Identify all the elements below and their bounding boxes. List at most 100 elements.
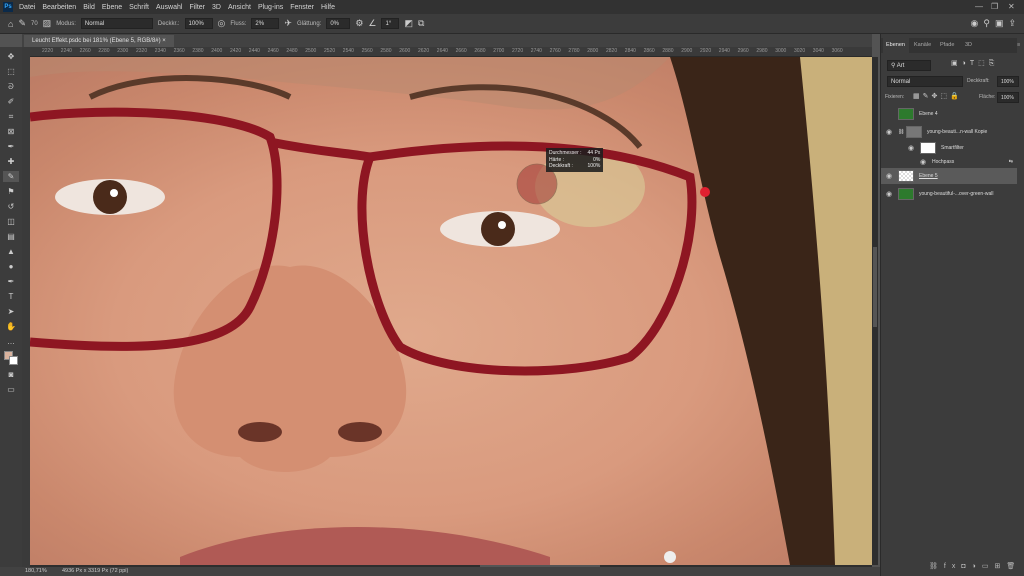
fill-input[interactable]: 100% bbox=[997, 92, 1019, 103]
brush-tool-icon[interactable]: ✎ bbox=[3, 171, 19, 182]
adjustment-icon[interactable]: ◑ bbox=[972, 563, 982, 570]
document-tab[interactable]: Leucht Effekt.psdc bei 181% (Ebene 5, RG… bbox=[24, 35, 174, 47]
blend-mode-select[interactable]: Normal bbox=[887, 76, 963, 87]
color-swatches[interactable] bbox=[4, 351, 18, 365]
modus-select[interactable]: Normal bbox=[80, 18, 153, 29]
eraser-icon[interactable]: ◫ bbox=[7, 216, 15, 227]
search-icon[interactable]: ⚲ bbox=[983, 18, 990, 29]
menu-hilfe[interactable]: Hilfe bbox=[321, 4, 335, 11]
deckkraft-input[interactable]: 100% bbox=[184, 18, 213, 29]
menu-bearbeiten[interactable]: Bearbeiten bbox=[42, 4, 76, 11]
learn-icon[interactable]: ◉ bbox=[970, 18, 978, 29]
more-tools-icon[interactable]: … bbox=[7, 336, 15, 347]
history-brush-icon[interactable]: ↺ bbox=[8, 201, 15, 212]
menu-schrift[interactable]: Schrift bbox=[129, 4, 149, 11]
pressure-opacity-icon[interactable]: ◎ bbox=[218, 18, 226, 29]
ruler-tick: 2980 bbox=[756, 48, 768, 54]
symmetry-icon[interactable]: ⧉ bbox=[418, 18, 424, 29]
glaettung-input[interactable]: 0% bbox=[326, 18, 351, 29]
gear-icon[interactable]: ⚙ bbox=[355, 18, 363, 29]
move-tool-icon[interactable]: ✥ bbox=[8, 51, 15, 62]
fx-icon[interactable]: fx bbox=[944, 563, 961, 570]
layer-row-selected[interactable]: ◉ Ebene 5 bbox=[881, 168, 1017, 184]
brush-size[interactable]: 70 bbox=[31, 21, 38, 27]
lock-label: Fixieren: bbox=[885, 94, 905, 100]
menu-ebene[interactable]: Ebene bbox=[102, 4, 122, 11]
modus-label: Modus: bbox=[56, 20, 76, 27]
marquee-tool-icon[interactable]: ⬚ bbox=[7, 66, 15, 77]
eye-icon[interactable]: ◉ bbox=[884, 128, 894, 136]
menu-bild[interactable]: Bild bbox=[83, 4, 95, 11]
ruler-tick: 2320 bbox=[136, 48, 148, 54]
tab-ebenen[interactable]: Ebenen bbox=[886, 42, 905, 48]
menu-filter[interactable]: Filter bbox=[189, 4, 205, 11]
stamp-tool-icon[interactable]: ⚑ bbox=[7, 186, 14, 197]
new-layer-icon[interactable]: ⊞ bbox=[994, 563, 1006, 570]
pressure-size-icon[interactable]: ◩ bbox=[404, 18, 413, 29]
share-icon[interactable]: ⇪ bbox=[1008, 18, 1016, 29]
angle-input[interactable]: 1° bbox=[381, 18, 400, 29]
fluss-input[interactable]: 2% bbox=[251, 18, 280, 29]
quick-mask-icon[interactable]: ◙ bbox=[9, 369, 14, 380]
eye-icon[interactable]: ◉ bbox=[918, 158, 928, 166]
quick-select-icon[interactable]: ✐ bbox=[8, 96, 15, 107]
tab-kanaele[interactable]: Kanäle bbox=[914, 42, 931, 48]
lock-icons[interactable]: ▦✎✥⬚🔒 bbox=[913, 92, 962, 100]
layer-row[interactable]: ◉ ⛓ young-beauti...n-wall Kopie bbox=[881, 124, 1017, 140]
eye-icon[interactable]: ◉ bbox=[884, 190, 894, 198]
ruler-tick: 2640 bbox=[436, 48, 448, 54]
restore-icon[interactable]: ❐ bbox=[991, 2, 998, 11]
menu-auswahl[interactable]: Auswahl bbox=[156, 4, 182, 11]
dodge-icon[interactable]: ● bbox=[9, 261, 14, 272]
home-icon[interactable]: ⌂ bbox=[8, 19, 13, 29]
glaettung-label: Glättung: bbox=[296, 20, 322, 27]
close-icon[interactable]: ✕ bbox=[1008, 2, 1015, 11]
frame-tool-icon[interactable]: ⊠ bbox=[8, 126, 15, 137]
filter-icons[interactable]: ▣◑T⬚⎘ bbox=[951, 59, 998, 68]
path-select-icon[interactable]: ➤ bbox=[8, 306, 15, 317]
brush-tool-icon[interactable]: ✎ bbox=[18, 18, 26, 29]
menu-3d[interactable]: 3D bbox=[212, 4, 221, 11]
eyedropper-icon[interactable]: ✒ bbox=[8, 141, 15, 152]
workspace-icon[interactable]: ▣ bbox=[995, 18, 1004, 29]
tab-pfade[interactable]: Pfade bbox=[940, 42, 954, 48]
blur-icon[interactable]: ▲ bbox=[7, 246, 15, 257]
filter-options-icon[interactable]: ⇆ bbox=[1009, 159, 1013, 165]
healing-brush-icon[interactable]: ✚ bbox=[8, 156, 15, 167]
tab-3d[interactable]: 3D bbox=[965, 42, 972, 48]
pen-icon[interactable]: ✒ bbox=[8, 276, 15, 287]
ruler-tick: 2380 bbox=[192, 48, 204, 54]
hand-icon[interactable]: ✋ bbox=[6, 321, 16, 332]
trash-icon[interactable]: 🗑 bbox=[1006, 563, 1021, 570]
menu-datei[interactable]: Datei bbox=[19, 4, 35, 11]
menu-fenster[interactable]: Fenster bbox=[290, 4, 314, 11]
minimize-icon[interactable]: — bbox=[975, 2, 983, 11]
zoom-level[interactable]: 180,71% bbox=[25, 568, 47, 574]
status-bar: 180,71% 4936 Px x 3319 Px (72 ppi) bbox=[0, 567, 880, 576]
eye-icon[interactable]: ◉ bbox=[906, 144, 916, 152]
crop-tool-icon[interactable]: ⌗ bbox=[9, 111, 14, 122]
gradient-icon[interactable]: ▤ bbox=[7, 231, 15, 242]
airbrush-icon[interactable]: ✈ bbox=[284, 18, 292, 29]
canvas-image[interactable] bbox=[30, 57, 872, 565]
type-icon[interactable]: T bbox=[9, 291, 14, 302]
ruler-tick: 2460 bbox=[267, 48, 279, 54]
menu-ansicht[interactable]: Ansicht bbox=[228, 4, 251, 11]
panel-menu-icon[interactable]: ≡ bbox=[1017, 42, 1020, 48]
layer-row[interactable]: ◉ Ebene 4 bbox=[881, 106, 1017, 122]
eye-icon[interactable]: ◉ bbox=[884, 172, 894, 180]
screen-mode-icon[interactable]: ▭ bbox=[7, 384, 15, 395]
link-layers-icon[interactable]: ⛓ bbox=[929, 563, 944, 570]
layer-row[interactable]: ◉ young-beautiful-...over-green-wall bbox=[881, 186, 1017, 202]
brush-settings-icon[interactable]: ▨ bbox=[43, 18, 52, 29]
visibility-toggle[interactable]: ◉ bbox=[884, 110, 894, 118]
menu-plugins[interactable]: Plug-ins bbox=[258, 4, 283, 11]
lasso-tool-icon[interactable]: ᘐ bbox=[8, 81, 14, 92]
ruler-tick: 2900 bbox=[681, 48, 693, 54]
vertical-scrollbar[interactable] bbox=[872, 57, 878, 565]
mask-icon[interactable]: ◘ bbox=[961, 563, 971, 570]
group-icon[interactable]: ▭ bbox=[982, 563, 995, 570]
filter-kind-select[interactable]: ⚲ Art bbox=[887, 60, 931, 71]
opacity-input[interactable]: 100% bbox=[997, 76, 1019, 87]
ruler-tick: 3000 bbox=[775, 48, 787, 54]
